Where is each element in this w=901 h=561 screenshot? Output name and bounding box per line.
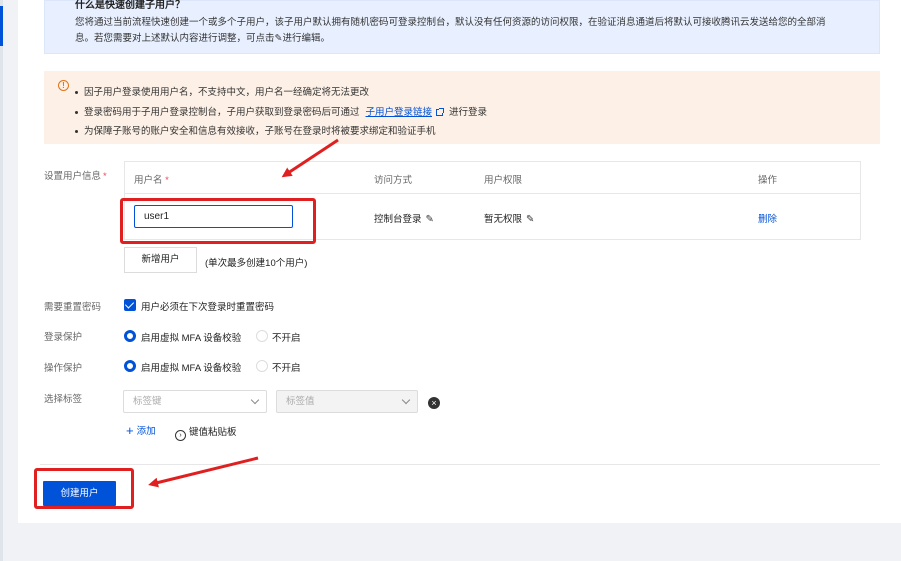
divider: [40, 464, 880, 465]
subuser-login-link[interactable]: 子用户登录链接: [366, 107, 433, 118]
chevron-right-icon: ›: [175, 430, 186, 441]
header-permission: 用户权限: [484, 175, 523, 186]
left-rail: [0, 0, 3, 561]
warning-line-2: 登录密码用于子用户登录控制台，子用户获取到登录密码后可通过 子用户登录链接 进行登录: [75, 104, 487, 118]
edit-access-icon[interactable]: ✎: [426, 214, 434, 225]
user-info-label: 设置用户信息 *: [44, 171, 107, 182]
paste-board-link[interactable]: › 键值粘贴板: [175, 424, 237, 441]
header-access: 访问方式: [374, 175, 413, 186]
highlight-username-box: [120, 198, 316, 244]
op-protect-label: 操作保护: [44, 363, 83, 374]
add-user-button[interactable]: 新增用户: [124, 247, 197, 273]
header-action: 操作: [758, 175, 778, 186]
reset-password-option: 用户必须在下次登录时重置密码: [141, 302, 275, 313]
login-protect-label: 登录保护: [44, 332, 83, 343]
op-mfa-radio[interactable]: [124, 360, 136, 372]
header-username: 用户名 *: [134, 175, 169, 186]
info-title: 什么是快速创建子用户？: [75, 0, 185, 11]
plus-icon: +: [126, 423, 134, 438]
clear-icon[interactable]: ×: [428, 397, 440, 409]
op-off-radio[interactable]: [256, 360, 268, 372]
tag-key-select[interactable]: 标签键: [123, 390, 267, 413]
edit-permission-icon[interactable]: ✎: [526, 214, 534, 225]
add-user-hint: (单次最多创建10个用户): [205, 258, 308, 269]
info-line-2: 息。若您需要对上述默认内容进行调整，可点击✎进行编辑。: [75, 33, 330, 44]
warning-line-3: 为保障子账号的账户安全和信息有效接收，子账号在登录时将被要求绑定和验证手机: [75, 123, 436, 137]
info-line-1: 您将通过当前流程快速创建一个或多个子用户，该子用户默认拥有随机密码可登录控制台，…: [75, 17, 826, 28]
table-header: 用户名 * 访问方式 用户权限 操作: [125, 162, 860, 194]
tag-value-select[interactable]: 标签值: [276, 390, 418, 413]
delete-link[interactable]: 删除: [758, 211, 777, 225]
access-cell[interactable]: 控制台登录 ✎: [374, 211, 434, 225]
op-off-option: 不开启: [272, 363, 301, 374]
chevron-down-icon: [250, 395, 260, 405]
info-body: 您将通过当前流程快速创建一个或多个子用户，该子用户默认拥有随机密码可登录控制台，…: [75, 15, 855, 47]
login-off-option: 不开启: [272, 333, 301, 344]
login-mfa-radio[interactable]: [124, 330, 136, 342]
reset-password-label: 需要重置密码: [44, 302, 102, 313]
add-tag-link[interactable]: + 添加: [126, 423, 156, 438]
external-link-icon[interactable]: [436, 107, 445, 116]
reset-password-checkbox[interactable]: [124, 299, 136, 311]
login-off-radio[interactable]: [256, 330, 268, 342]
highlight-create-box: [34, 468, 134, 509]
chevron-down-icon: [401, 395, 411, 405]
tag-label: 选择标签: [44, 394, 83, 405]
warning-icon: !: [58, 80, 69, 91]
login-mfa-option: 启用虚拟 MFA 设备校验: [141, 333, 242, 344]
op-mfa-option: 启用虚拟 MFA 设备校验: [141, 363, 242, 374]
permission-cell[interactable]: 暂无权限 ✎: [484, 211, 534, 225]
warning-line-1: 因子用户登录使用用户名，不支持中文，用户名一经确定将无法更改: [75, 84, 369, 98]
